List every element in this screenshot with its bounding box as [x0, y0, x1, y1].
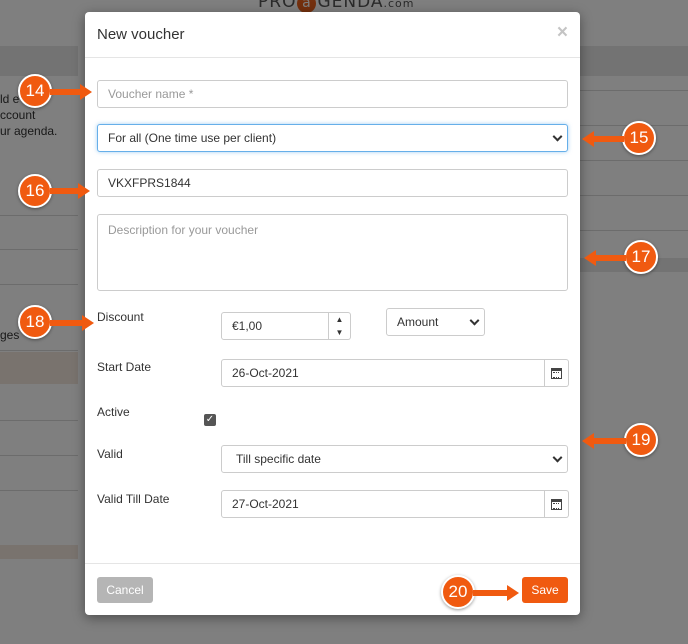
modal-header: New voucher × [85, 12, 580, 58]
start-date-calendar-button[interactable] [545, 359, 569, 387]
valid-till-input[interactable]: 27-Oct-2021 [221, 490, 545, 518]
modal-title: New voucher [97, 26, 185, 43]
start-date-input[interactable]: 26-Oct-2021 [221, 359, 545, 387]
callout-badge: 14 [18, 74, 52, 108]
voucher-code-input[interactable]: VKXFPRS1844 [97, 169, 568, 197]
valid-till-label: Valid Till Date [97, 492, 170, 506]
callout-arrow [50, 84, 92, 100]
callout-badge: 20 [441, 575, 475, 609]
discount-value: €1,00 [232, 319, 263, 333]
modal-footer: Cancel Save [85, 563, 580, 615]
valid-select[interactable]: Till specific date [221, 445, 568, 473]
callout-badge: 19 [624, 423, 658, 457]
voucher-name-input[interactable]: Voucher name * [97, 80, 568, 108]
active-checkbox[interactable]: ✓ [204, 414, 216, 426]
start-date-label: Start Date [97, 360, 152, 374]
callout-arrow [584, 250, 626, 266]
valid-till-value: 27-Oct-2021 [232, 497, 299, 511]
description-textarea[interactable]: Description for your voucher [97, 214, 568, 291]
stepper-up-icon[interactable]: ▲ [329, 313, 350, 326]
valid-label: Valid [97, 447, 123, 461]
usage-select-value: For all (One time use per client) [108, 131, 277, 145]
voucher-code-value: VKXFPRS1844 [108, 176, 191, 190]
calendar-icon [551, 368, 562, 379]
calendar-icon [551, 499, 562, 510]
voucher-name-placeholder: Voucher name * [108, 87, 194, 101]
callout-arrow [582, 131, 624, 147]
callout-badge: 17 [624, 240, 658, 274]
start-date-value: 26-Oct-2021 [232, 366, 299, 380]
discount-input[interactable]: €1,00 [221, 312, 329, 340]
chevron-down-icon [552, 452, 563, 463]
save-button[interactable]: Save [522, 577, 568, 603]
valid-select-value: Till specific date [236, 452, 321, 466]
stepper-down-icon[interactable]: ▼ [329, 326, 350, 339]
close-icon[interactable]: × [557, 22, 568, 44]
usage-select[interactable]: For all (One time use per client) [97, 124, 568, 152]
valid-till-calendar-button[interactable] [545, 490, 569, 518]
discount-type-value: Amount [397, 315, 439, 329]
chevron-down-icon [552, 131, 563, 142]
chevron-down-icon [469, 315, 480, 326]
description-placeholder: Description for your voucher [108, 223, 259, 237]
callout-arrow [50, 183, 90, 199]
discount-type-select[interactable]: Amount [386, 308, 485, 336]
cancel-button[interactable]: Cancel [97, 577, 153, 603]
callout-arrow [473, 585, 519, 601]
discount-stepper[interactable]: ▲ ▼ [329, 312, 351, 340]
active-label: Active [97, 405, 130, 419]
callout-badge: 18 [18, 305, 52, 339]
callout-arrow [50, 315, 94, 331]
checkmark-icon: ✓ [205, 414, 215, 425]
new-voucher-modal: New voucher × Voucher name * For all (On… [85, 12, 580, 615]
callout-badge: 16 [18, 174, 52, 208]
callout-arrow [582, 433, 626, 449]
discount-label: Discount [97, 310, 144, 324]
callout-badge: 15 [622, 121, 656, 155]
